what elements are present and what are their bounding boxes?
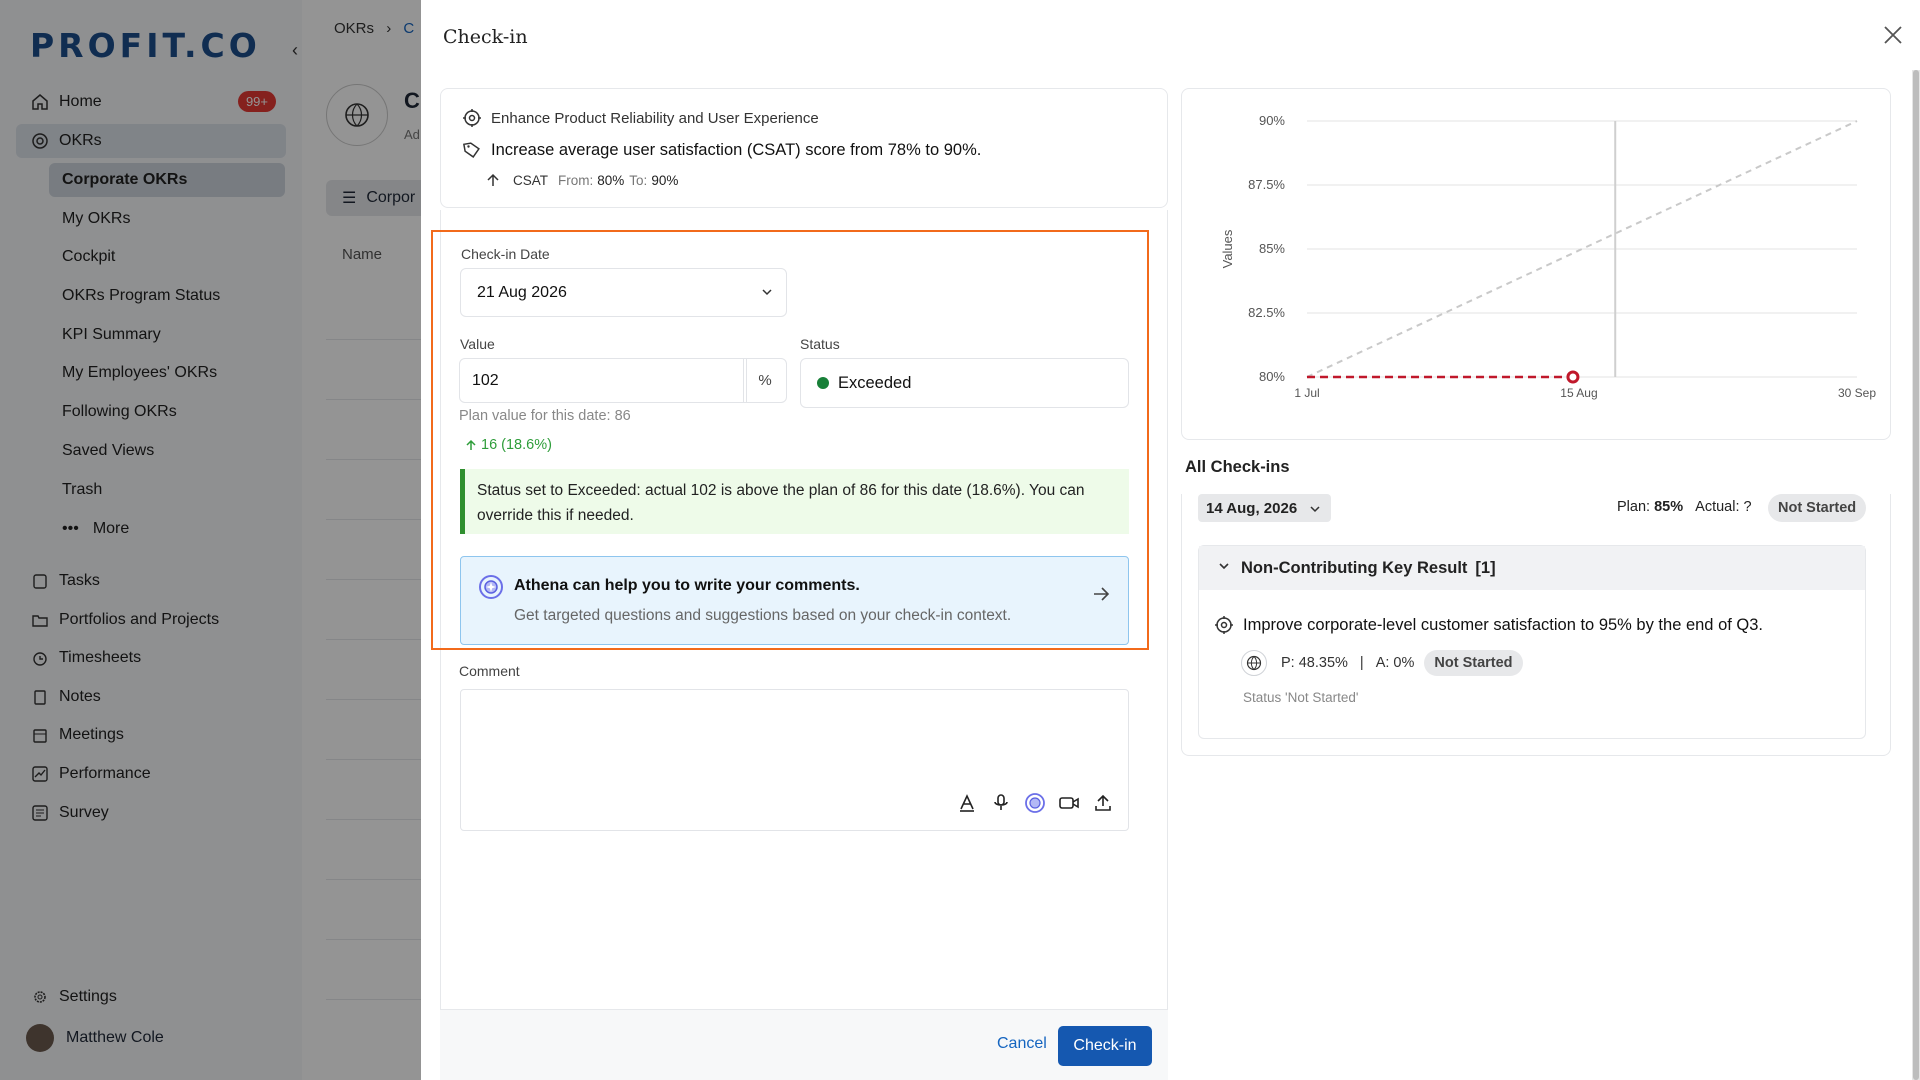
checkin-button[interactable]: Check-in: [1058, 1026, 1152, 1066]
actual-label: Actual:: [1695, 499, 1740, 515]
to-value: 90%: [651, 172, 679, 188]
progress-chart-card: 80% 82.5% 85% 87.5% 90% 1 Jul 15 Aug 30 Sep Valu…: [1181, 88, 1891, 440]
athena-title: Athena can help you to write your commen…: [514, 577, 860, 594]
scrollbar-thumb[interactable]: [1913, 70, 1919, 1080]
y-tick-label: 82.5%: [1248, 305, 1285, 320]
variance-indicator: 16 (18.6%): [465, 437, 552, 453]
metric-row: CSAT From: 80% To: 90%: [485, 169, 678, 191]
progress-chart: 80% 82.5% 85% 87.5% 90% 1 Jul 15 Aug 30 Sep Valu…: [1220, 113, 1876, 400]
text-format-icon[interactable]: [954, 790, 980, 816]
athena-icon: [478, 574, 504, 605]
variance-value: 16 (18.6%): [481, 437, 552, 453]
y-axis-label: Values: [1220, 229, 1235, 268]
arrow-right-icon[interactable]: [1091, 584, 1111, 609]
from-label: From:: [558, 172, 594, 188]
objective-row: Enhance Product Reliability and User Exp…: [461, 107, 819, 129]
plan-value: 85%: [1654, 499, 1684, 515]
key-result-row: Increase average user satisfaction (CSAT…: [461, 139, 981, 161]
linked-kr-title: Improve corporate-level customer satisfa…: [1243, 615, 1764, 634]
arrow-up-icon: [465, 439, 477, 451]
status-message: Status set to Exceeded: actual 102 is ab…: [460, 469, 1129, 534]
drawer-footer: Cancel Check-in: [440, 1009, 1168, 1080]
checkin-history-date: 14 Aug, 2026: [1206, 499, 1298, 517]
status-dot: [817, 377, 829, 389]
value-input[interactable]: 102: [459, 358, 747, 403]
plan-label: Plan:: [1617, 499, 1651, 515]
status-badge: Not Started: [1768, 494, 1867, 522]
y-tick-label: 85%: [1259, 241, 1285, 256]
checkin-date-label: Check-in Date: [461, 246, 550, 262]
y-tick-label: 87.5%: [1248, 177, 1285, 192]
status-badge: Not Started: [1424, 650, 1523, 676]
value-label: Value: [460, 336, 495, 352]
athena-subtitle: Get targeted questions and suggestions b…: [514, 607, 1012, 624]
drawer-title: Check-in: [443, 26, 528, 48]
non-contributing-group: Non-Contributing Key Result [1] Improve …: [1198, 545, 1866, 739]
video-icon[interactable]: [1056, 790, 1082, 816]
upload-icon[interactable]: [1090, 790, 1116, 816]
close-icon[interactable]: [1880, 22, 1906, 48]
status-value: Exceeded: [838, 373, 912, 392]
actual-data-point: [1566, 370, 1580, 384]
x-tick-label: 1 Jul: [1294, 386, 1319, 400]
metric-name: CSAT: [513, 172, 549, 188]
group-title: Non-Contributing Key Result: [1241, 558, 1468, 577]
checkin-plan-actual: Plan: 85% Actual: ?: [1617, 499, 1752, 515]
group-count: [1]: [1475, 558, 1496, 577]
key-result-title: Increase average user satisfaction (CSAT…: [491, 140, 982, 159]
y-tick-label: 90%: [1259, 113, 1285, 128]
all-checkins-title: All Check-ins: [1185, 458, 1290, 476]
x-tick-label: 15 Aug: [1560, 386, 1597, 400]
status-select[interactable]: Exceeded: [800, 358, 1129, 408]
key-result-card: Enhance Product Reliability and User Exp…: [440, 88, 1168, 208]
linked-kr-plan: P: 48.35%: [1281, 655, 1348, 671]
objective-target-icon: [461, 107, 483, 129]
comment-textarea[interactable]: [460, 689, 1129, 831]
checkin-date-picker[interactable]: 21 Aug 2026: [460, 268, 787, 317]
x-tick-label: 30 Sep: [1838, 386, 1876, 400]
actual-value: ?: [1743, 499, 1752, 515]
y-tick-label: 80%: [1259, 369, 1285, 384]
key-result-tag-icon: [461, 139, 483, 161]
checkin-date-value: 21 Aug 2026: [477, 283, 567, 301]
objective-title: Enhance Product Reliability and User Exp…: [491, 109, 819, 127]
linked-kr-actual: A: 0%: [1375, 655, 1415, 671]
linked-kr-note: Status 'Not Started': [1243, 690, 1359, 705]
chevron-down-icon: [1309, 502, 1321, 519]
chevron-down-icon: [760, 285, 774, 304]
group-header[interactable]: Non-Contributing Key Result [1]: [1199, 546, 1865, 590]
from-value: 80%: [597, 172, 625, 188]
microphone-icon[interactable]: [988, 790, 1014, 816]
plan-value-note: Plan value for this date: 86: [459, 408, 631, 424]
to-label: To:: [629, 172, 648, 188]
cancel-button[interactable]: Cancel: [997, 1035, 1047, 1053]
drawer-scrollbar[interactable]: [1912, 70, 1920, 1080]
target-icon: [1213, 614, 1235, 636]
athena-suggestion-card[interactable]: Athena can help you to write your commen…: [460, 556, 1129, 645]
linked-key-result[interactable]: Improve corporate-level customer satisfa…: [1213, 614, 1763, 636]
stats-separator: |: [1359, 655, 1364, 671]
checkin-drawer: Check-in Enhance Product Reliability and…: [421, 0, 1920, 1080]
chevron-down-icon: [1217, 559, 1231, 578]
globe-icon: [1241, 650, 1267, 676]
athena-icon[interactable]: [1022, 790, 1048, 816]
checkin-date-dropdown[interactable]: 14 Aug, 2026: [1198, 494, 1331, 522]
linked-kr-stats: P: 48.35% | A: 0% Not Started: [1241, 650, 1523, 676]
status-label: Status: [800, 336, 840, 352]
comment-label: Comment: [459, 663, 520, 679]
comment-toolbar: [954, 790, 1116, 816]
arrow-up-icon: [485, 169, 501, 191]
unit-suffix: %: [743, 358, 787, 403]
